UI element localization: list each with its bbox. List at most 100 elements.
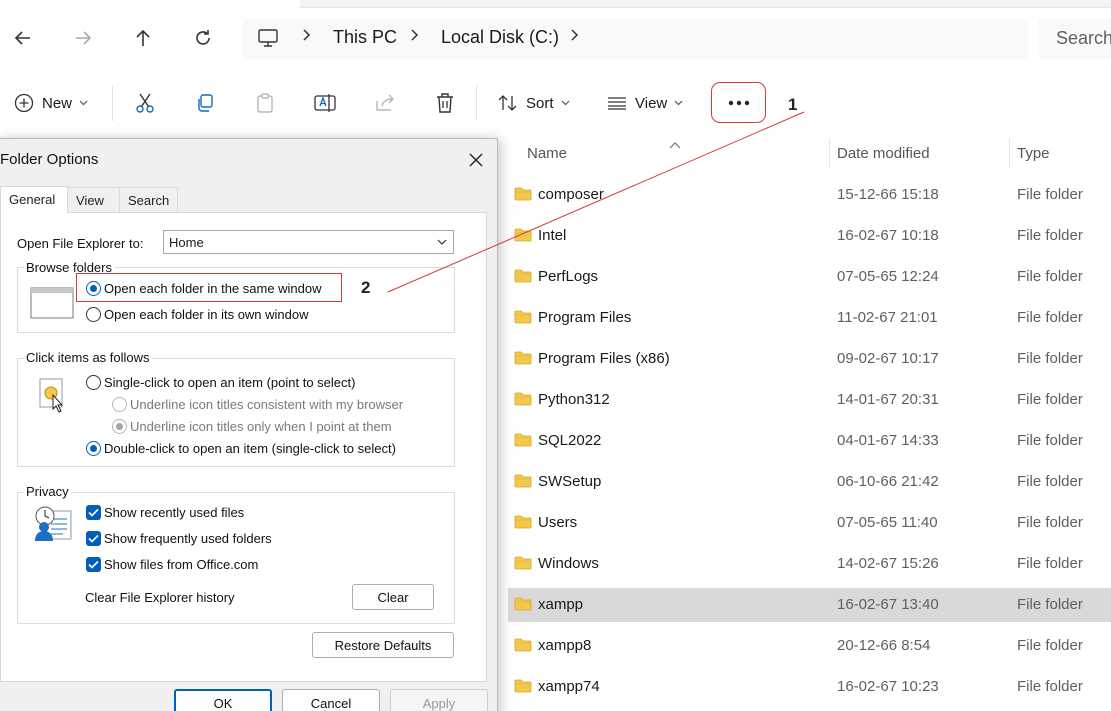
restore-defaults-button[interactable]: Restore Defaults (312, 632, 454, 658)
checkbox-office-files[interactable] (86, 557, 101, 572)
tab-general[interactable]: General (0, 186, 68, 213)
folder-icon (514, 391, 532, 412)
search-input[interactable]: Search (1038, 19, 1111, 59)
column-header-name[interactable]: Name (527, 145, 567, 162)
sort-icon (498, 95, 517, 111)
up-button[interactable] (123, 18, 163, 58)
file-row[interactable]: SQL2022 04-01-67 14:33 File folder (508, 424, 1111, 458)
folder-icon (514, 637, 532, 658)
delete-icon (437, 93, 453, 113)
file-row[interactable]: xampp74 16-02-67 10:23 File folder (508, 670, 1111, 704)
file-type: File folder (1017, 268, 1083, 285)
file-row[interactable]: composer 15-12-66 15:18 File folder (508, 178, 1111, 212)
tab-search[interactable]: Search (119, 187, 178, 212)
label-office-files[interactable]: Show files from Office.com (104, 557, 258, 572)
forward-arrow-icon (76, 31, 92, 45)
copy-button[interactable] (194, 86, 216, 120)
file-row[interactable]: Program Files (x86) 09-02-67 10:17 File fo… (508, 342, 1111, 376)
paste-icon (257, 93, 273, 113)
radio-single-click[interactable] (86, 375, 101, 390)
folder-icon (514, 678, 532, 699)
file-row[interactable]: Intel 16-02-67 10:18 File folder (508, 219, 1111, 253)
label-frequent-folders[interactable]: Show frequently used folders (104, 531, 272, 546)
breadcrumb-local-disk[interactable]: Local Disk (C:) (441, 27, 559, 48)
rename-button[interactable] (314, 86, 336, 120)
checkbox-frequent-folders[interactable] (86, 531, 101, 546)
view-label: View (635, 94, 668, 112)
column-divider[interactable] (829, 138, 830, 168)
file-row[interactable]: xampp8 20-12-66 8:54 File folder (508, 629, 1111, 663)
dialog-title: Folder Options (0, 151, 99, 168)
forward-button[interactable] (63, 18, 103, 58)
file-type: File folder (1017, 309, 1083, 326)
folder-icon (514, 227, 532, 248)
file-type: File folder (1017, 391, 1083, 408)
more-options-button[interactable] (711, 82, 766, 123)
paste-button[interactable] (254, 86, 276, 120)
file-date: 15-12-66 15:18 (837, 186, 939, 203)
file-row[interactable]: Windows 14-02-67 15:26 File folder (508, 547, 1111, 581)
sort-button[interactable]: Sort (498, 86, 570, 120)
pointer-icon (38, 377, 68, 418)
breadcrumb-chevron-icon[interactable] (570, 28, 580, 47)
radio-own-window[interactable] (86, 307, 101, 322)
up-arrow-icon (136, 29, 150, 46)
column-header-date[interactable]: Date modified (837, 145, 930, 162)
label-double-click[interactable]: Double-click to open an item (single-cli… (104, 441, 396, 456)
plus-circle-icon (14, 93, 34, 113)
file-date: 20-12-66 8:54 (837, 637, 931, 654)
folder-icon (514, 473, 532, 494)
delete-button[interactable] (434, 86, 456, 120)
file-row[interactable]: xampp 16-02-67 13:40 File folder (508, 588, 1111, 622)
apply-button[interactable]: Apply (390, 689, 488, 711)
column-header-type[interactable]: Type (1017, 145, 1050, 162)
folder-icon (514, 309, 532, 330)
ok-button[interactable]: OK (174, 689, 272, 711)
open-explorer-select[interactable]: Home (163, 230, 454, 254)
file-name: Users (538, 514, 578, 531)
clear-button[interactable]: Clear (352, 584, 434, 610)
computer-icon (257, 27, 279, 54)
file-type: File folder (1017, 186, 1083, 203)
file-type: File folder (1017, 227, 1083, 244)
file-date: 16-02-67 13:40 (837, 596, 939, 613)
folder-icon (514, 432, 532, 453)
file-type: File folder (1017, 432, 1083, 449)
file-type: File folder (1017, 678, 1083, 695)
open-explorer-value: Home (169, 235, 204, 250)
view-button[interactable]: View (607, 86, 683, 120)
file-row[interactable]: SWSetup 06-10-66 21:42 File folder (508, 465, 1111, 499)
label-single-click[interactable]: Single-click to open an item (point to s… (104, 375, 355, 390)
checkbox-recent-files[interactable] (86, 505, 101, 520)
label-underline-point: Underline icon titles only when I point … (130, 419, 392, 434)
refresh-button[interactable] (183, 18, 223, 58)
breadcrumb-this-pc[interactable]: This PC (333, 27, 397, 48)
back-button[interactable] (3, 18, 43, 58)
tab-view[interactable]: View (67, 187, 120, 212)
file-row[interactable]: PerfLogs 07-05-65 12:24 File folder (508, 260, 1111, 294)
label-own-window[interactable]: Open each folder in its own window (104, 307, 309, 322)
dialog-close-button[interactable] (466, 150, 486, 170)
share-button[interactable] (374, 86, 396, 120)
annotation-marker-2: 2 (361, 278, 371, 297)
new-button[interactable]: New (14, 86, 88, 120)
folder-icon (514, 596, 532, 617)
file-row[interactable]: Python312 14-01-67 20:31 File folder (508, 383, 1111, 417)
checkmark-icon (88, 560, 99, 569)
open-explorer-label: Open File Explorer to: (17, 236, 144, 251)
file-row[interactable]: Users 07-05-65 11:40 File folder (508, 506, 1111, 540)
radio-underline-browser[interactable] (112, 397, 127, 412)
radio-underline-point[interactable] (112, 419, 127, 434)
window-icon (30, 287, 74, 324)
file-row[interactable]: Program Files 11-02-67 21:01 File folder (508, 301, 1111, 335)
file-name: Python312 (538, 391, 610, 408)
column-divider[interactable] (1009, 138, 1010, 168)
radio-double-click[interactable] (86, 441, 101, 456)
label-recent-files[interactable]: Show recently used files (104, 505, 244, 520)
cut-button[interactable] (134, 86, 156, 120)
cancel-button[interactable]: Cancel (282, 689, 380, 711)
copy-icon (198, 94, 213, 112)
file-date: 06-10-66 21:42 (837, 473, 939, 490)
file-name: Program Files (538, 309, 632, 326)
checkmark-icon (88, 534, 99, 543)
